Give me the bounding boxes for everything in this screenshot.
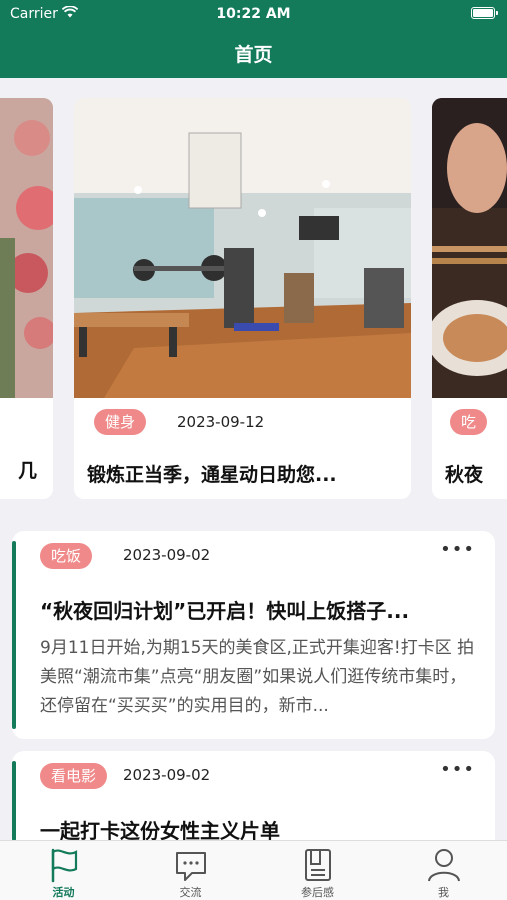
card-accent-bar [12,541,16,729]
post-date: 2023-09-02 [123,546,211,564]
flag-icon [51,848,78,883]
page-title: 首页 [234,44,273,66]
post-card[interactable]: 看电影 2023-09-02 ••• 一起打卡这份女性主义片单 [12,751,495,851]
chat-icon [176,852,206,881]
battery-icon [471,7,498,19]
tab-me[interactable]: 我 [380,841,507,900]
tab-label: 交流 [179,886,202,899]
slide-image-gym [74,98,411,398]
header: Carrier 10:22 AM 首页 [0,0,507,78]
carousel-slide-next[interactable]: 吃 秋夜 [432,98,507,499]
slide-title: 秋夜 [445,464,484,486]
slide-title: 锻炼正当季，通星动日助您... [87,464,337,486]
post-date: 2023-09-02 [123,766,211,784]
tab-label: 我 [438,886,449,899]
category-tag: 吃饭 [40,543,93,569]
more-options-icon[interactable]: ••• [440,759,475,780]
slide-date: 2023-09-12 [177,413,265,431]
tab-chat[interactable]: 交流 [127,841,254,900]
tab-label: 参后感 [301,886,334,899]
slide-image-food [432,98,507,398]
tab-bar: 活动 交流 参后感 我 [0,840,507,900]
post-card[interactable]: 吃饭 2023-09-02 ••• “秋夜回归计划”已开启！快叫上饭搭子... … [12,531,495,739]
carousel-slide-prev[interactable]: 几 [0,98,53,499]
category-tag: 看电影 [40,763,108,789]
notes-icon [305,849,331,881]
category-tag: 吃 [450,409,488,435]
category-tag: 健身 [94,409,147,435]
slide-image-flowers [0,98,53,398]
card-accent-bar [12,761,16,841]
carousel-slide-current[interactable]: 健身 2023-09-12 锻炼正当季，通星动日助您... [74,98,411,499]
tab-activity[interactable]: 活动 [0,841,127,900]
tab-reviews[interactable]: 参后感 [254,841,381,900]
more-options-icon[interactable]: ••• [440,539,475,560]
post-title: “秋夜回归计划”已开启！快叫上饭搭子... [40,599,410,623]
status-bar: Carrier 10:22 AM [0,0,507,28]
person-icon [428,849,460,882]
featured-carousel[interactable]: 几 健身 2023-09-12 锻炼正当季，通星动日助您... 吃 秋夜 [0,98,507,500]
post-excerpt: 9月11日开始,为期15天的美食区,正式开集迎客!打卡区 拍美照“潮流市集”点亮… [40,638,475,716]
tab-label: 活动 [52,886,75,899]
slide-title: 几 [18,460,38,482]
status-time: 10:22 AM [216,6,291,22]
